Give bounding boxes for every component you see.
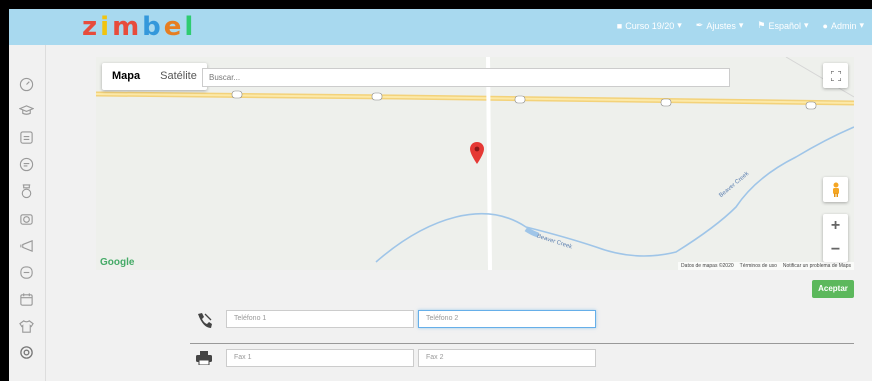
settings-label: Ajustes	[706, 20, 736, 31]
section-divider	[190, 343, 854, 344]
map-type-control: Mapa Satélite	[102, 63, 207, 90]
trophy-icon[interactable]	[19, 184, 34, 199]
zoom-in-button[interactable]: +	[823, 214, 848, 238]
attribution-report[interactable]: Notificar un problema de Maps	[783, 263, 851, 269]
folder-icon: ■	[616, 20, 623, 31]
zoom-out-button[interactable]: −	[823, 238, 848, 262]
logo-letter: i	[100, 12, 113, 42]
dashboard-icon[interactable]	[19, 77, 34, 92]
sidebar	[9, 45, 46, 381]
phone1-input[interactable]: Teléfono 1	[226, 310, 414, 328]
logo-letter: z	[82, 12, 101, 42]
phone2-input[interactable]: Teléfono 2	[418, 310, 596, 328]
certificate-icon[interactable]	[19, 265, 34, 280]
language-menu[interactable]: ⚑ Español ▾	[757, 20, 808, 31]
logo-letter: e	[163, 12, 185, 42]
graduation-cap-icon[interactable]	[19, 103, 34, 118]
target-icon[interactable]	[19, 345, 34, 360]
id-card-icon[interactable]	[19, 130, 34, 145]
app-frame: zimbel ■ Curso 19/20 ▾ ✒ Ajustes ▾ ⚑ Esp…	[9, 9, 872, 381]
fullscreen-icon[interactable]	[823, 63, 848, 88]
logo-letter: l	[184, 12, 197, 42]
settings-menu[interactable]: ✒ Ajustes ▾	[696, 20, 744, 31]
shirt-icon[interactable]	[19, 319, 34, 334]
attribution-data: Datos de mapas ©2020	[681, 263, 734, 269]
logo-letter: m	[112, 12, 143, 42]
fax2-input[interactable]: Fax 2	[418, 349, 596, 367]
google-logo: Google	[100, 257, 135, 268]
course-label: Curso 19/20	[625, 20, 675, 31]
map-type-satellite[interactable]: Satélite	[150, 63, 207, 90]
top-bar: zimbel ■ Curso 19/20 ▾ ✒ Ajustes ▾ ⚑ Esp…	[9, 9, 872, 45]
map-search-input[interactable]: Buscar...	[202, 68, 730, 87]
chat-icon[interactable]	[19, 157, 34, 172]
fax1-input[interactable]: Fax 1	[226, 349, 414, 367]
caret-down-icon: ▾	[803, 20, 809, 30]
fax-icon	[196, 351, 212, 370]
caret-down-icon: ▾	[859, 20, 864, 30]
zoom-control: + −	[823, 214, 848, 262]
language-label: Español	[768, 20, 801, 31]
user-label: Admin	[830, 20, 857, 31]
calendar-icon[interactable]	[19, 292, 34, 307]
logo-letter: b	[142, 12, 164, 42]
phone-icon	[196, 312, 212, 335]
wrench-icon: ✒	[695, 20, 704, 30]
map-marker-icon[interactable]	[470, 142, 484, 169]
street-view-pegman-icon[interactable]	[823, 177, 848, 202]
map-type-map[interactable]: Mapa	[102, 63, 150, 90]
map-widget[interactable]: Beaver Creek Beaver Creek Mapa Satélite …	[96, 57, 854, 270]
attribution-terms[interactable]: Términos de uso	[740, 263, 777, 269]
caret-down-icon: ▾	[738, 20, 744, 30]
megaphone-icon[interactable]	[19, 238, 34, 253]
user-menu[interactable]: ● Admin ▾	[823, 20, 864, 31]
map-attribution: Datos de mapas ©2020 Términos de uso Not…	[678, 262, 854, 270]
caret-down-icon: ▾	[677, 20, 682, 30]
course-menu[interactable]: ■ Curso 19/20 ▾	[617, 20, 682, 31]
flag-icon: ⚑	[757, 20, 766, 30]
user-icon: ●	[822, 20, 828, 31]
camera-icon[interactable]	[19, 211, 34, 226]
top-nav: ■ Curso 19/20 ▾ ✒ Ajustes ▾ ⚑ Español ▾ …	[617, 20, 864, 31]
accept-button[interactable]: Aceptar	[812, 280, 854, 298]
app-logo[interactable]: zimbel	[82, 12, 196, 42]
